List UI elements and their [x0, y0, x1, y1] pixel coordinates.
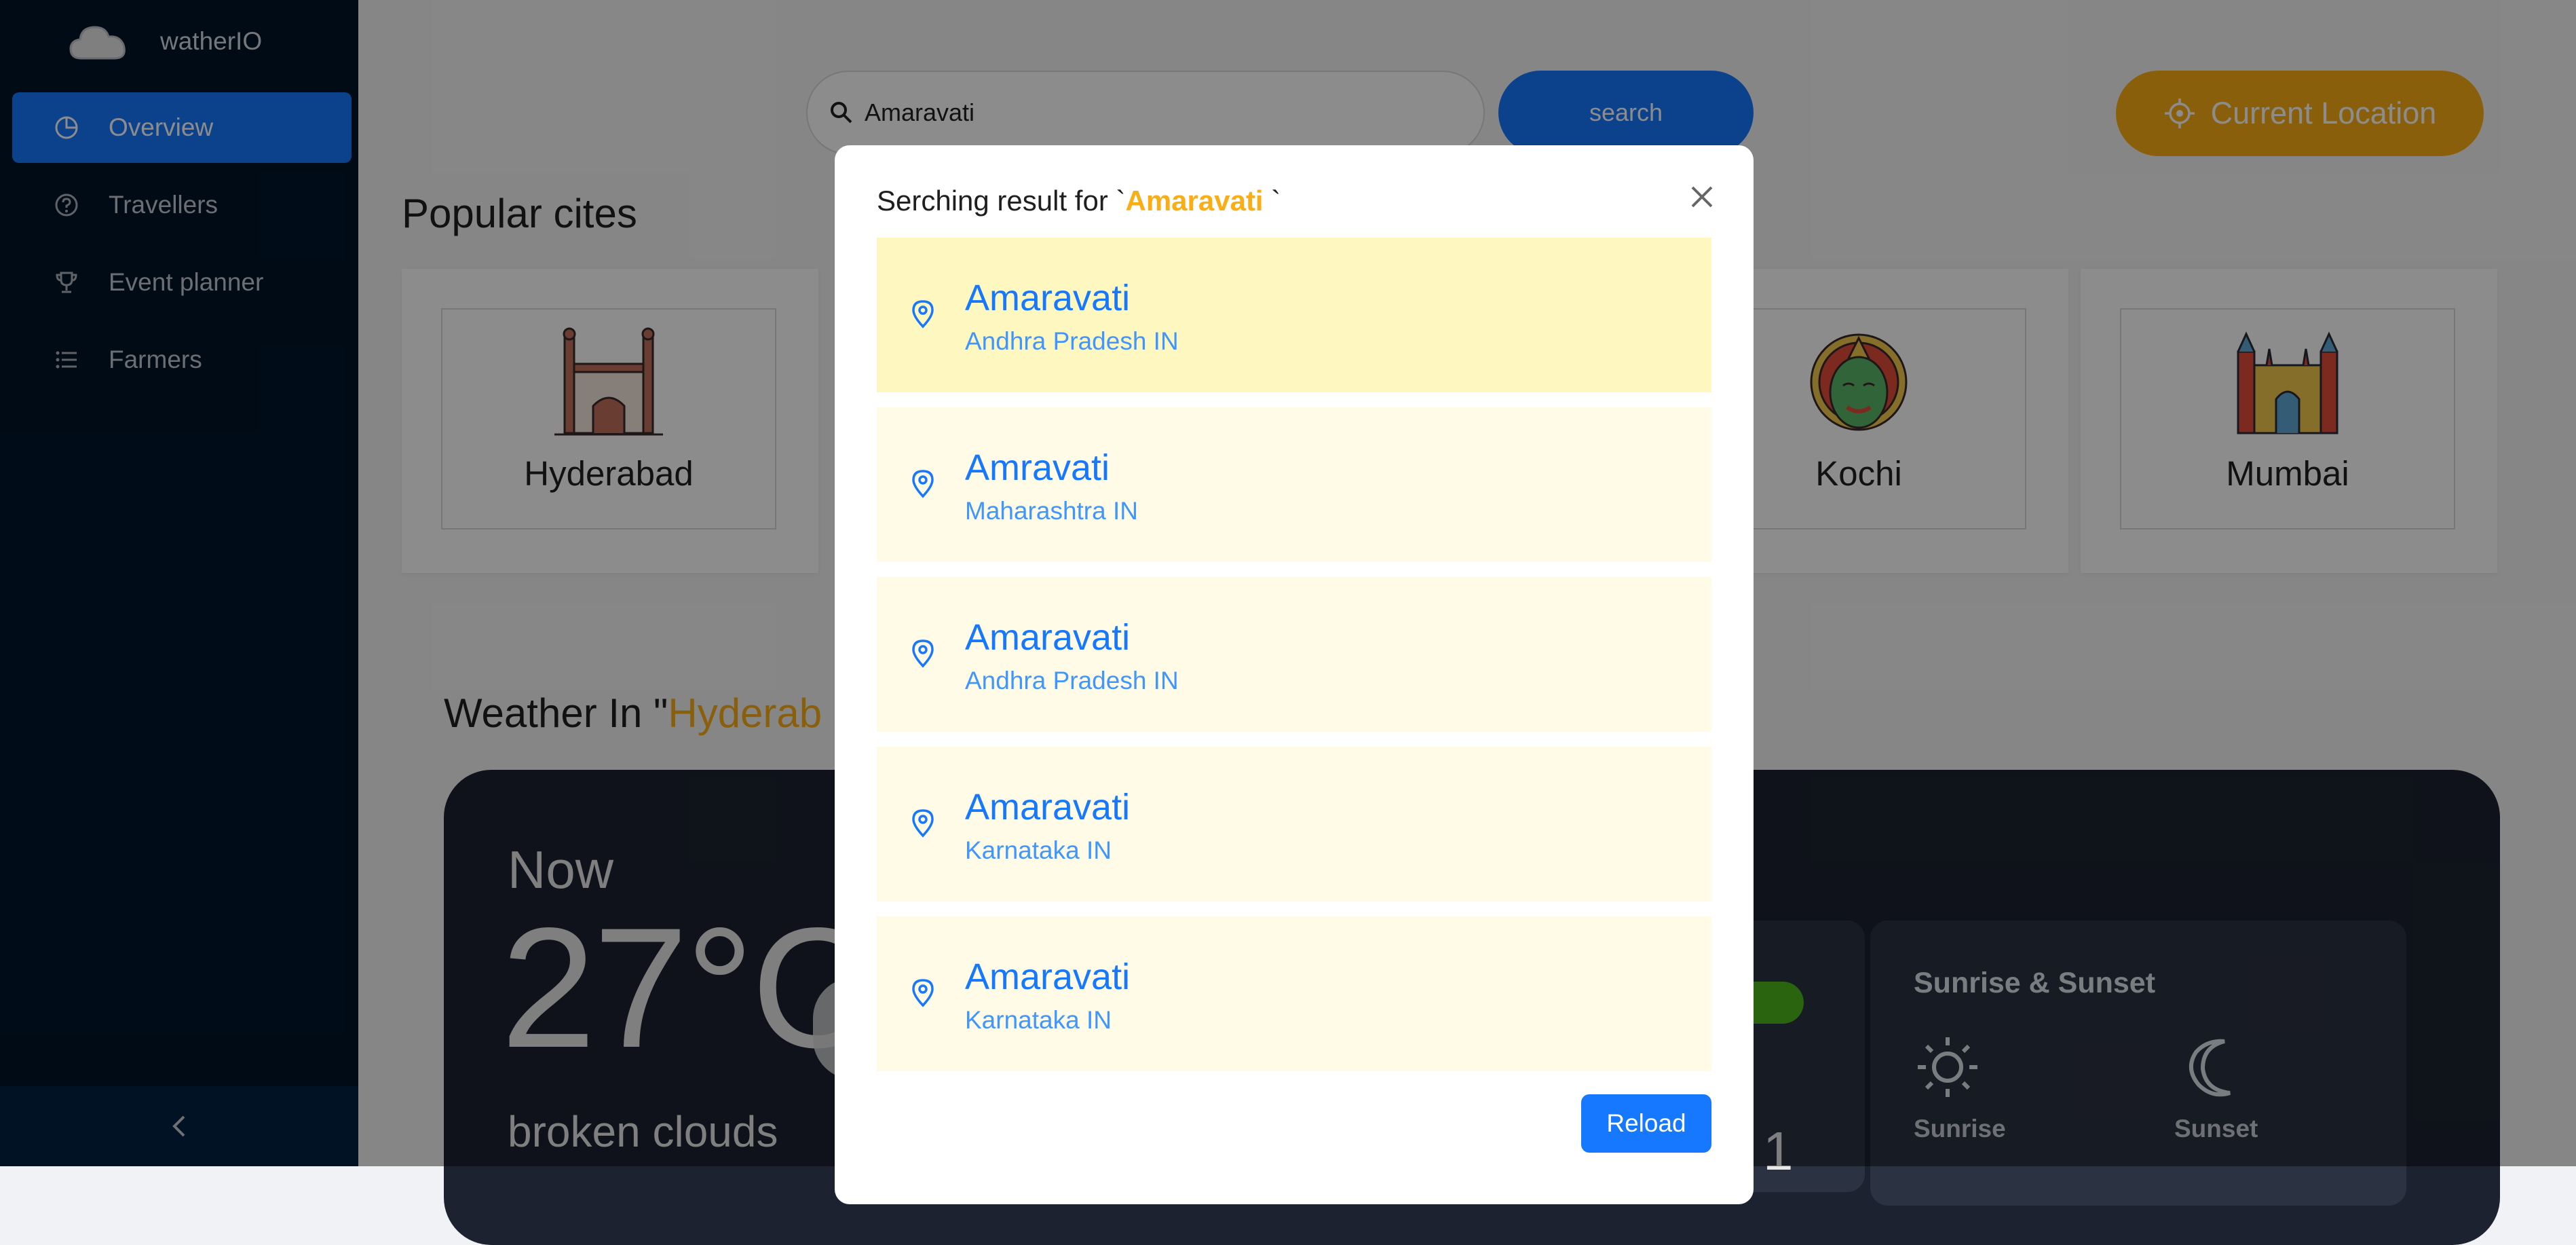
- location-pin-icon: [912, 639, 934, 668]
- search-results-modal: Serching result for `Amaravati ` Amarava…: [835, 145, 1754, 1204]
- reload-button[interactable]: Reload: [1581, 1094, 1711, 1153]
- result-name: Amaravati: [965, 278, 1131, 318]
- location-pin-icon: [912, 979, 934, 1007]
- result-item[interactable]: Amaravati Karnataka IN: [877, 747, 1711, 902]
- result-region: Karnataka IN: [965, 1006, 1112, 1034]
- close-icon[interactable]: [1686, 181, 1718, 213]
- location-pin-icon: [912, 809, 934, 838]
- modal-title-query: Amaravati: [1125, 185, 1264, 217]
- app-root: watherIO Overview Travellers Event plann…: [0, 0, 2576, 1245]
- result-name: Amaravati: [965, 617, 1131, 658]
- result-name: Amaravati: [965, 787, 1131, 828]
- result-name: Amravati: [965, 447, 1110, 488]
- result-item[interactable]: Amaravati Karnataka IN: [877, 916, 1711, 1071]
- result-region: Andhra Pradesh IN: [965, 667, 1179, 694]
- result-region: Karnataka IN: [965, 836, 1112, 864]
- result-region: Andhra Pradesh IN: [965, 327, 1179, 355]
- modal-title: Serching result for `Amaravati `: [877, 185, 1281, 217]
- location-pin-icon: [912, 300, 934, 329]
- result-name: Amaravati: [965, 956, 1131, 997]
- location-pin-icon: [912, 470, 934, 498]
- result-item[interactable]: Amaravati Andhra Pradesh IN: [877, 238, 1711, 392]
- result-item[interactable]: Amaravati Andhra Pradesh IN: [877, 577, 1711, 732]
- result-item[interactable]: Amravati Maharashtra IN: [877, 407, 1711, 562]
- modal-title-prefix: Serching result for `: [877, 185, 1126, 217]
- result-region: Maharashtra IN: [965, 497, 1138, 525]
- modal-title-suffix: `: [1263, 185, 1281, 217]
